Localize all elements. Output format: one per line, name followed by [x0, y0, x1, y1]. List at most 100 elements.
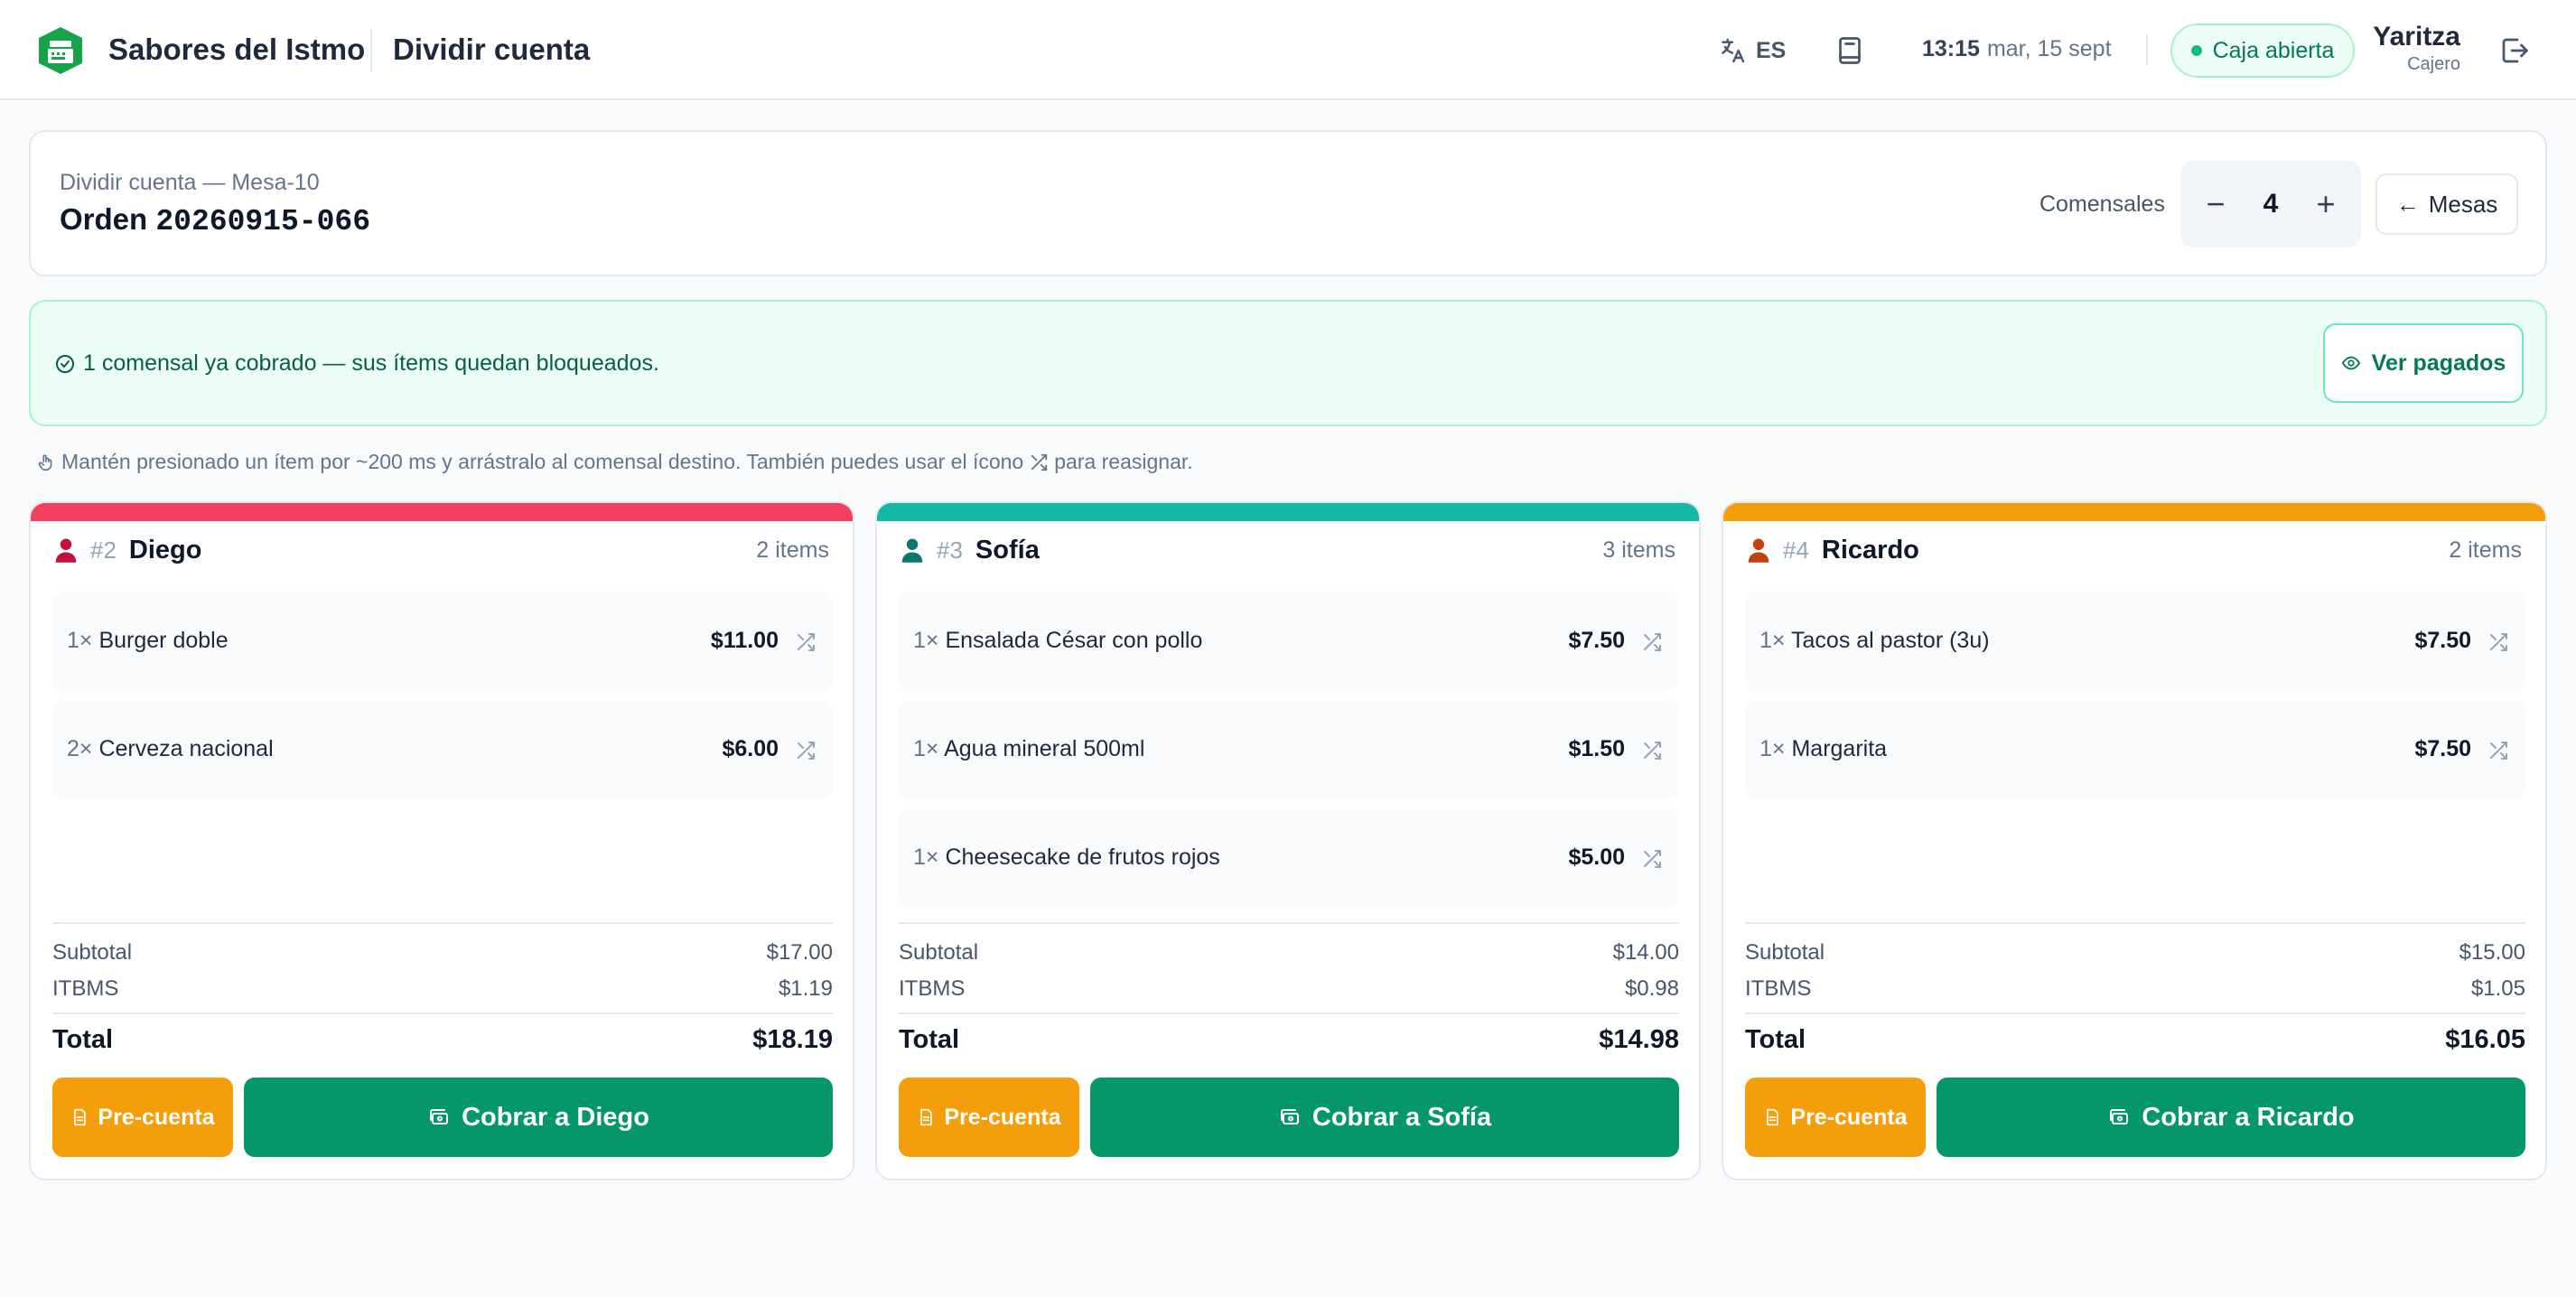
subtotal-value: $14.00 [1612, 940, 1679, 965]
order-item[interactable]: 1× Cheesecake de frutos rojos $5.00 [899, 808, 1679, 908]
tax-row: ITBMS $1.19 [52, 976, 833, 1002]
order-item[interactable]: 2× Cerveza nacional $6.00 [52, 700, 833, 799]
tax-row: ITBMS $0.98 [899, 976, 1679, 1002]
diner-name: Ricardo [1821, 535, 1919, 565]
diner-card[interactable]: #3 Sofía 3 items 1× Ensalada César con poll… [875, 501, 1701, 1180]
item-price: $6.00 [722, 736, 779, 761]
item-price: $1.50 [1568, 736, 1625, 761]
diner-color-band [877, 503, 1699, 521]
banner-message: 1 comensal ya cobrado — sus ítems quedan… [54, 350, 659, 377]
order-item[interactable]: 1× Agua mineral 500ml $1.50 [899, 700, 1679, 799]
hand-pointer-icon [38, 453, 52, 471]
total-label: Total [52, 1025, 114, 1054]
user-info: Yaritza Cajero [2373, 22, 2460, 75]
back-to-tables-button[interactable]: ← Mesas [2375, 173, 2518, 235]
cash-register-icon [39, 27, 82, 74]
precuenta-label: Pre-cuenta [1790, 1104, 1908, 1130]
eye-icon [2341, 356, 2360, 370]
register-status-badge[interactable]: Caja abierta [2170, 23, 2355, 78]
hint-text-after: para reasignar. [1054, 450, 1193, 473]
subtotal-row: Subtotal $17.00 [52, 940, 833, 966]
diner-header: #3 Sofía 3 items [901, 532, 1675, 568]
item-qty: 1× [67, 628, 93, 653]
precuenta-button[interactable]: Pre-cuenta [1745, 1078, 1926, 1157]
total-label: Total [899, 1025, 960, 1054]
charge-label: Cobrar a Ricardo [2142, 1102, 2355, 1132]
total-row: Total $18.19 [52, 1025, 833, 1055]
order-label: Orden [60, 202, 148, 236]
item-qty: 1× [1759, 736, 1786, 761]
item-price: $11.00 [710, 628, 779, 653]
item-line: 1× Margarita [1759, 736, 1887, 762]
banner-text: 1 comensal ya cobrado — sus ítems quedan… [83, 350, 659, 376]
item-line: 1× Agua mineral 500ml [913, 736, 1144, 762]
shuffle-icon[interactable] [1641, 740, 1663, 761]
order-item[interactable]: 1× Burger doble $11.00 [52, 592, 833, 691]
item-price: $7.50 [2414, 736, 2471, 761]
item-line: 1× Burger doble [67, 628, 229, 654]
shuffle-icon[interactable] [2487, 631, 2509, 653]
divider [52, 1012, 833, 1014]
shuffle-icon [1031, 453, 1048, 471]
subtotal-row: Subtotal $14.00 [899, 940, 1679, 966]
shuffle-icon[interactable] [1641, 631, 1663, 653]
order-item[interactable]: 1× Tacos al pastor (3u) $7.50 [1745, 592, 2525, 691]
header-divider [370, 29, 372, 72]
increment-button[interactable]: + [2307, 185, 2345, 223]
arrow-left-icon: ← [2395, 190, 2420, 218]
total-value: $18.19 [752, 1025, 833, 1054]
item-name: Cheesecake de frutos rojos [945, 844, 1220, 870]
shuffle-icon[interactable] [795, 740, 817, 761]
divider [899, 922, 1679, 924]
item-name: Margarita [1791, 736, 1888, 761]
item-line: 1× Ensalada César con pollo [913, 628, 1202, 654]
diner-header: #4 Ricardo 2 items [1747, 532, 2522, 568]
precuenta-button[interactable]: Pre-cuenta [899, 1078, 1079, 1157]
user-icon [55, 538, 77, 563]
order-item[interactable]: 1× Margarita $7.50 [1745, 700, 2525, 799]
diner-item-count: 2 items [2449, 537, 2522, 563]
logout-icon[interactable] [2498, 34, 2531, 67]
shuffle-icon[interactable] [1641, 848, 1663, 870]
item-line: 1× Cheesecake de frutos rojos [913, 844, 1220, 871]
charge-button[interactable]: Cobrar a Ricardo [1937, 1078, 2525, 1157]
order-item[interactable]: 1× Ensalada César con pollo $7.50 [899, 592, 1679, 691]
diner-card[interactable]: #2 Diego 2 items 1× Burger doble $11.00 2× Ce… [29, 501, 854, 1180]
diners-count: 4 [2263, 189, 2279, 219]
charge-button[interactable]: Cobrar a Diego [244, 1078, 833, 1157]
decrement-button[interactable]: − [2197, 185, 2235, 223]
tax-row: ITBMS $1.05 [1745, 976, 2525, 1002]
total-value: $16.05 [2445, 1025, 2525, 1054]
charge-label: Cobrar a Diego [462, 1102, 649, 1132]
subtotal-label: Subtotal [899, 940, 979, 965]
diner-item-count: 2 items [756, 537, 829, 563]
item-line: 2× Cerveza nacional [67, 736, 274, 762]
item-name: Ensalada César con pollo [945, 628, 1203, 653]
divider [1745, 1012, 2525, 1014]
view-paid-button[interactable]: Ver pagados [2323, 323, 2524, 403]
shuffle-icon[interactable] [795, 631, 817, 653]
subtotal-value: $17.00 [766, 940, 833, 965]
total-row: Total $14.98 [899, 1025, 1679, 1055]
paid-banner: 1 comensal ya cobrado — sus ítems quedan… [29, 300, 2547, 426]
tax-label: ITBMS [52, 976, 119, 1001]
total-value: $14.98 [1599, 1025, 1679, 1054]
diner-name: Sofía [975, 535, 1040, 565]
diner-header: #2 Diego 2 items [54, 532, 829, 568]
shuffle-icon[interactable] [2487, 740, 2509, 761]
user-icon [901, 538, 923, 563]
diner-card[interactable]: #4 Ricardo 2 items 1× Tacos al pastor (3u) $… [1722, 501, 2547, 1180]
tax-value: $0.98 [1624, 976, 1679, 1001]
item-name: Agua mineral 500ml [944, 736, 1145, 761]
charge-button[interactable]: Cobrar a Sofía [1090, 1078, 1679, 1157]
precuenta-button[interactable]: Pre-cuenta [52, 1078, 233, 1157]
total-label: Total [1745, 1025, 1806, 1054]
book-icon[interactable] [1834, 34, 1866, 67]
item-line: 1× Tacos al pastor (3u) [1759, 628, 1990, 654]
language-switcher[interactable]: ES [1718, 34, 1786, 67]
cash-icon [1280, 1109, 1299, 1124]
receipt-icon [74, 1108, 87, 1126]
divider [1745, 922, 2525, 924]
user-icon [1748, 538, 1769, 563]
diner-color-band [1723, 503, 2545, 521]
